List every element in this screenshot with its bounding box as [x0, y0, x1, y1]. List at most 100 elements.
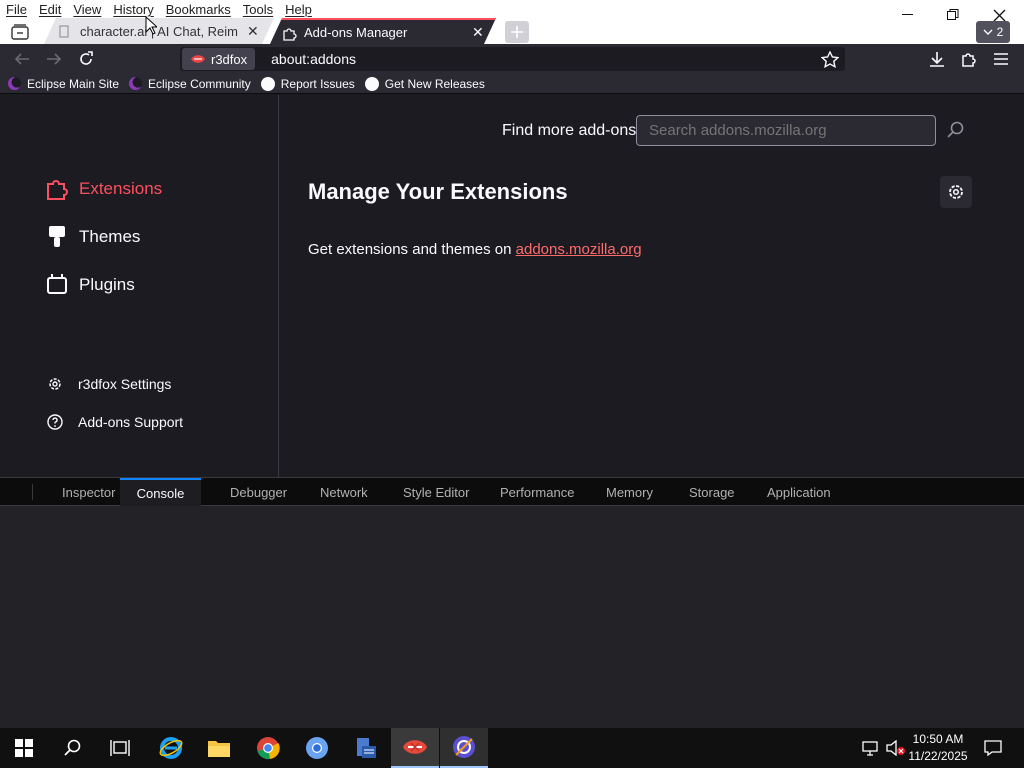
tab-close-icon[interactable]: ✕ — [472, 24, 484, 41]
github-icon — [364, 76, 379, 91]
browser-logo-icon — [191, 55, 205, 63]
app-taskbar-button[interactable] — [342, 728, 390, 768]
tab-character-ai[interactable]: character.ai | AI Chat, Reimagine ✕ — [44, 18, 274, 44]
chromium-icon — [306, 737, 328, 759]
identity-label: r3dfox — [211, 51, 248, 67]
extensions-button[interactable] — [958, 48, 980, 70]
document-app-icon — [357, 738, 376, 758]
tab-add-ons-manager[interactable]: Add-ons Manager ✕ — [270, 18, 496, 44]
bookmark-eclipse-main-site[interactable]: Eclipse Main Site — [8, 77, 119, 91]
menu-file[interactable]: File — [0, 0, 33, 20]
file-explorer-button[interactable] — [195, 728, 243, 768]
settings-link[interactable]: r3dfox Settings — [47, 376, 171, 392]
tab-count: 2 — [996, 25, 1004, 39]
bookmark-label: Report Issues — [280, 76, 355, 91]
star-icon[interactable] — [821, 51, 839, 68]
notifications-button[interactable] — [978, 728, 1008, 768]
menu-bar: File Edit View History Bookmarks Tools H… — [0, 0, 318, 20]
tab-list-button[interactable]: 2 — [976, 21, 1010, 43]
volume-muted-icon — [886, 740, 905, 756]
menu-bookmarks[interactable]: Bookmarks — [160, 0, 237, 20]
r3dfox-icon — [403, 740, 427, 754]
bookmark-get-new-releases[interactable]: Get New Releases — [364, 76, 485, 91]
mouse-cursor-icon — [145, 16, 157, 35]
task-view-icon — [110, 740, 130, 756]
internet-explorer-icon — [159, 737, 183, 759]
identity-box[interactable]: r3dfox — [182, 48, 256, 70]
network-tray-button[interactable] — [857, 728, 883, 768]
intro-message: Get extensions and themes on addons.mozi… — [308, 241, 642, 258]
search-input[interactable] — [636, 115, 936, 146]
new-tab-button[interactable] — [505, 21, 529, 43]
bookmarks-toolbar: Eclipse Main Site Eclipse Community Repo… — [0, 74, 1024, 94]
category-themes[interactable]: Themes — [46, 225, 140, 249]
downloads-button[interactable] — [926, 48, 948, 70]
tools-gear-button[interactable] — [940, 176, 972, 208]
menu-edit[interactable]: Edit — [33, 0, 67, 20]
hamburger-icon — [994, 53, 1008, 65]
url-bar[interactable]: r3dfox about:addons — [180, 47, 845, 71]
chevron-down-icon — [983, 29, 993, 35]
bookmark-eclipse-community[interactable]: Eclipse Community — [129, 77, 251, 91]
clock[interactable]: 10:50 AM 11/22/2025 — [906, 731, 970, 767]
tab-manager-icon — [11, 24, 29, 40]
menu-view[interactable]: View — [67, 0, 107, 20]
devtools-tab-storage[interactable]: Storage — [689, 478, 735, 506]
puzzle-icon — [962, 53, 976, 67]
devtools-tab-application[interactable]: Application — [767, 478, 831, 506]
devtools-tab-performance[interactable]: Performance — [500, 478, 574, 506]
browser-app-taskbar-button[interactable] — [440, 728, 488, 768]
notification-icon — [984, 740, 1002, 756]
chrome-button[interactable] — [244, 728, 292, 768]
paintbrush-icon — [49, 226, 65, 247]
devtools-tab-memory[interactable]: Memory — [606, 478, 653, 506]
bookmark-report-issues[interactable]: Report Issues — [260, 76, 355, 91]
bookmark-label: Get New Releases — [384, 76, 485, 91]
toolbar-divider — [32, 484, 33, 500]
menu-tools[interactable]: Tools — [237, 0, 279, 20]
bookmark-label: Eclipse Main Site — [27, 76, 120, 91]
devtools-tab-network[interactable]: Network — [320, 478, 368, 506]
forward-button[interactable] — [43, 48, 65, 70]
plus-icon — [511, 26, 523, 38]
download-icon — [930, 52, 944, 67]
page-title: Manage Your Extensions — [308, 179, 568, 204]
tab-favicon-icon — [58, 25, 70, 38]
bookmark-label: Eclipse Community — [148, 76, 251, 91]
devtools-tab-style-editor[interactable]: Style Editor — [403, 478, 469, 506]
clock-date: 11/22/2025 — [908, 749, 968, 763]
windows-logo-icon — [15, 739, 33, 757]
menu-help[interactable]: Help — [279, 0, 318, 20]
url-text[interactable]: about:addons — [271, 51, 356, 67]
app-menu-button[interactable] — [990, 48, 1012, 70]
navigation-toolbar: r3dfox about:addons — [0, 44, 1024, 74]
folder-icon — [208, 741, 230, 757]
devtools-tab-inspector[interactable]: Inspector — [62, 478, 115, 506]
chromium-button[interactable] — [293, 728, 341, 768]
search-taskbar-button[interactable] — [48, 728, 96, 768]
reload-button[interactable] — [75, 48, 97, 70]
category-plugins[interactable]: Plugins — [46, 273, 135, 297]
devtools-tab-debugger[interactable]: Debugger — [230, 478, 287, 506]
support-label: Add-ons Support — [78, 414, 184, 430]
category-label: Plugins — [79, 275, 135, 294]
internet-explorer-button[interactable] — [147, 728, 195, 768]
back-button[interactable] — [11, 48, 33, 70]
intro-text: Get extensions and themes on — [308, 241, 516, 258]
amo-link[interactable]: addons.mozilla.org — [516, 241, 642, 258]
addons-support-link[interactable]: Add-ons Support — [47, 414, 183, 430]
tab-close-icon[interactable]: ✕ — [247, 23, 259, 40]
puzzle-icon — [47, 180, 68, 200]
r3dfox-taskbar-button[interactable] — [391, 728, 439, 768]
tab-manager-button[interactable] — [8, 21, 32, 43]
search-icon[interactable] — [947, 121, 965, 139]
windows-taskbar: 10:50 AM 11/22/2025 — [0, 728, 1024, 768]
devtools-console-panel[interactable] — [0, 506, 1024, 728]
task-view-button[interactable] — [96, 728, 144, 768]
category-extensions[interactable]: Extensions — [46, 177, 162, 201]
arrow-right-icon — [47, 53, 62, 65]
minimize-icon — [902, 14, 913, 15]
devtools-tab-console[interactable]: Console — [120, 478, 201, 506]
eclipse-icon — [129, 77, 143, 90]
start-button[interactable] — [0, 728, 48, 768]
